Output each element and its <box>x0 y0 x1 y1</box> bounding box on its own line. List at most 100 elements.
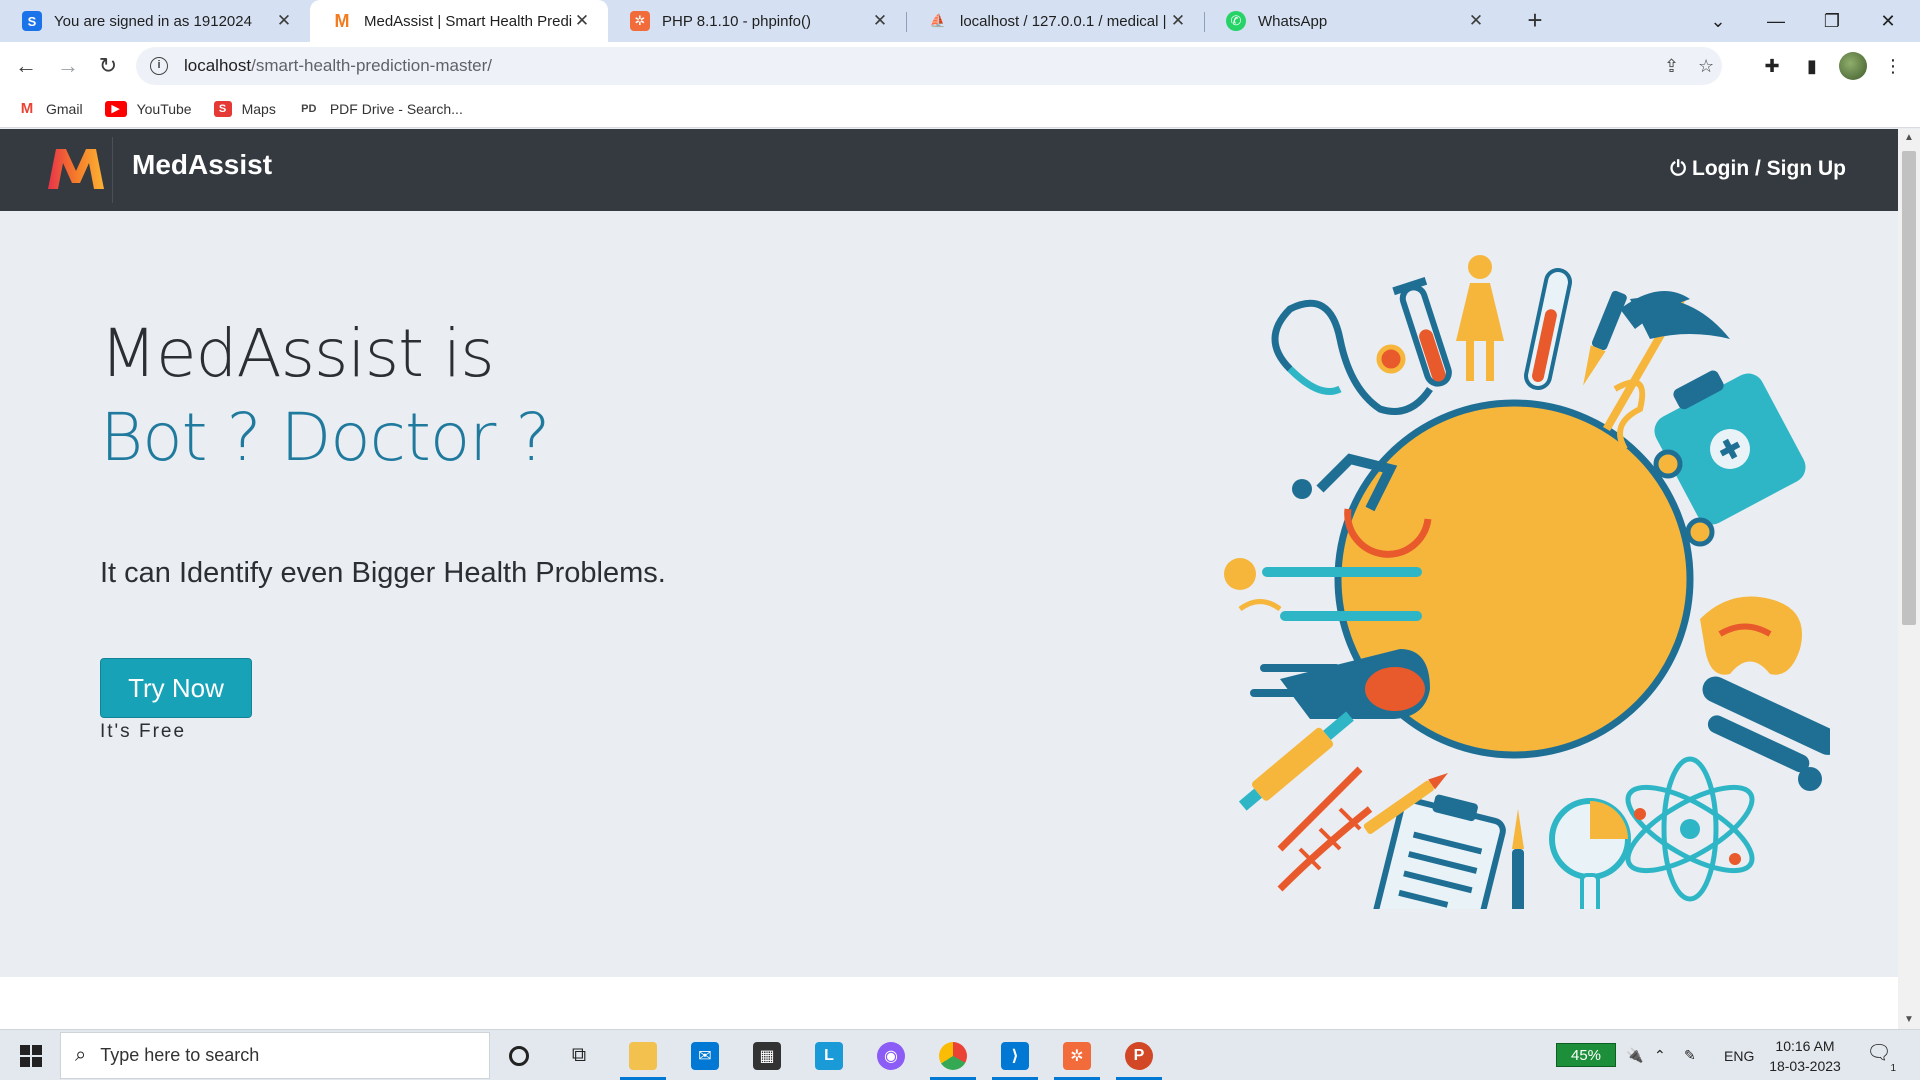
power-plug-icon[interactable]: 🔌 <box>1626 1030 1643 1080</box>
close-tab-icon[interactable]: ✕ <box>572 11 592 31</box>
phpmyadmin-icon: ⛵ <box>929 13 947 28</box>
bookmark-label: PDF Drive - Search... <box>329 100 463 117</box>
forward-arrow-icon[interactable]: → <box>52 50 84 82</box>
youtube-icon: ▶ <box>104 100 127 117</box>
bookmark-label: YouTube <box>136 100 192 117</box>
page-scrollbar[interactable]: ▲ ▼ <box>1898 129 1920 1029</box>
s-app-icon: S <box>22 11 42 31</box>
chrome-icon[interactable] <box>928 1030 978 1080</box>
bookmark-maps[interactable]: S Maps <box>213 100 276 117</box>
scrollbar-thumb[interactable] <box>1902 151 1916 625</box>
tab-title: MedAssist | Smart Health Predicti <box>364 12 572 30</box>
xampp-taskbar-icon[interactable]: ✲ <box>1052 1030 1102 1080</box>
vscode-icon[interactable]: ⟩ <box>990 1030 1040 1080</box>
gmail-icon: M <box>18 100 36 117</box>
battery-indicator[interactable]: 45% <box>1556 1043 1616 1067</box>
cortana-icon[interactable] <box>494 1030 544 1080</box>
task-view-icon[interactable]: ⧉ <box>554 1030 604 1080</box>
tab-signed-in[interactable]: S You are signed in as 1912024 ✕ <box>0 0 310 42</box>
tab-title: PHP 8.1.10 - phpinfo() <box>662 12 811 30</box>
scroll-down-arrow-icon[interactable]: ▼ <box>1898 1011 1920 1029</box>
close-tab-icon[interactable]: ✕ <box>274 11 294 31</box>
pen-icon[interactable]: ✎ <box>1684 1030 1696 1080</box>
atom-icon <box>1625 756 1755 902</box>
search-placeholder: Type here to search <box>100 1045 260 1065</box>
scroll-up-arrow-icon[interactable]: ▲ <box>1898 129 1920 147</box>
hero-subtitle: It can Identify even Bigger Health Probl… <box>100 557 666 589</box>
close-tab-icon[interactable]: ✕ <box>1168 11 1188 31</box>
back-arrow-icon[interactable]: ← <box>10 50 42 82</box>
bookmark-youtube[interactable]: ▶ YouTube <box>104 100 192 117</box>
menu-kebab-icon[interactable]: ⋮ <box>1881 54 1905 78</box>
close-tab-icon[interactable]: ✕ <box>870 11 890 31</box>
power-icon: ⏻ <box>1670 157 1687 180</box>
pdfdrive-icon: PD <box>301 102 317 115</box>
browser-app-icon[interactable]: ◉ <box>866 1030 916 1080</box>
extensions-puzzle-icon[interactable]: ✚ <box>1760 54 1784 78</box>
hero-heading-line2: Bot ? Doctor ? <box>100 399 550 476</box>
new-tab-button[interactable]: + <box>1520 6 1550 36</box>
address-bar[interactable]: i localhost/smart-health-prediction-mast… <box>136 47 1722 85</box>
whatsapp-icon: ✆ <box>1226 11 1246 31</box>
close-window-icon[interactable]: ✕ <box>1860 0 1916 42</box>
share-icon[interactable]: ⇪ <box>1664 56 1679 77</box>
browser-tab-strip: S You are signed in as 1912024 ✕ M MedAs… <box>0 0 1920 42</box>
tab-title: You are signed in as 1912024 <box>54 12 252 30</box>
tray-chevron-up-icon[interactable]: ⌃ <box>1654 1030 1666 1080</box>
hero-heading-line1: MedAssist is <box>100 315 495 392</box>
close-tab-icon[interactable]: ✕ <box>1466 11 1486 31</box>
url-text[interactable]: localhost/smart-health-prediction-master… <box>184 56 492 76</box>
windows-taskbar: ⌕ Type here to search ⧉ ✉ ▦ L ◉ ⟩ ✲ P 45… <box>0 1029 1920 1080</box>
tab-whatsapp[interactable]: ✆ WhatsApp ✕ <box>1204 0 1502 42</box>
cta-note: It's Free <box>100 721 187 742</box>
login-label: Login / Sign Up <box>1692 157 1846 180</box>
medassist-logo-icon[interactable] <box>44 145 108 193</box>
browser-toolbar: ← → ↻ i localhost/smart-health-predictio… <box>0 42 1920 90</box>
bookmark-label: Gmail <box>46 100 83 117</box>
mail-icon[interactable]: ✉ <box>680 1030 730 1080</box>
bookmark-star-icon[interactable]: ☆ <box>1698 56 1714 77</box>
brand-name[interactable]: MedAssist <box>132 149 272 181</box>
minimize-icon[interactable]: — <box>1748 0 1804 42</box>
medical-illustration-image <box>1224 255 1830 909</box>
taskbar-search-box[interactable]: ⌕ Type here to search <box>60 1032 490 1079</box>
bookmark-pdfdrive[interactable]: PD PDF Drive - Search... <box>298 101 463 117</box>
search-icon: ⌕ <box>75 1044 87 1066</box>
bookmark-gmail[interactable]: M Gmail <box>18 100 83 117</box>
powerpoint-icon[interactable]: P <box>1114 1030 1164 1080</box>
url-path: /smart-health-prediction-master/ <box>251 56 493 75</box>
profile-avatar[interactable] <box>1839 52 1867 80</box>
language-indicator[interactable]: ENG <box>1724 1030 1754 1080</box>
xampp-icon: ✲ <box>630 11 650 31</box>
url-host: localhost <box>184 56 252 75</box>
store-icon[interactable]: ▦ <box>742 1030 792 1080</box>
clock-date: 18-03-2023 <box>1769 1058 1841 1074</box>
tab-phpmyadmin[interactable]: ⛵ localhost / 127.0.0.1 / medical | p ✕ <box>906 0 1204 42</box>
login-signup-link[interactable]: ⏻ Login / Sign Up <box>1670 157 1846 181</box>
l-app-icon[interactable]: L <box>804 1030 854 1080</box>
notification-count: 1 <box>1890 1063 1896 1074</box>
restore-icon[interactable]: ❐ <box>1804 0 1860 42</box>
web-page: MedAssist ⏻ Login / Sign Up MedAssist is… <box>0 129 1898 1029</box>
tab-search-chevron-icon[interactable]: ⌄ <box>1690 0 1746 42</box>
bookmark-label: Maps <box>241 100 276 117</box>
clock-time: 10:16 AM <box>1775 1038 1835 1054</box>
page-footer-strip <box>0 977 1898 1029</box>
site-navbar: MedAssist ⏻ Login / Sign Up <box>0 129 1898 211</box>
windows-start-icon[interactable] <box>10 1030 52 1080</box>
tab-title: localhost / 127.0.0.1 / medical | p <box>960 12 1168 30</box>
tab-medassist[interactable]: M MedAssist | Smart Health Predicti ✕ <box>310 0 608 42</box>
brand-divider <box>112 137 113 203</box>
side-panel-icon[interactable]: ▮ <box>1800 54 1824 78</box>
notification-center-icon[interactable]: 🗨 1 <box>1864 1040 1896 1074</box>
tab-phpinfo[interactable]: ✲ PHP 8.1.10 - phpinfo() ✕ <box>608 0 906 42</box>
medassist-icon: M <box>334 10 350 31</box>
maps-icon: S <box>213 100 232 117</box>
file-explorer-icon[interactable] <box>618 1030 668 1080</box>
tab-title: WhatsApp <box>1258 12 1328 30</box>
system-clock[interactable]: 10:16 AM 18-03-2023 <box>1762 1036 1848 1076</box>
reload-icon[interactable]: ↻ <box>92 50 124 82</box>
bookmarks-bar: M Gmail ▶ YouTube S Maps PD PDF Drive - … <box>0 90 1920 128</box>
try-now-button[interactable]: Try Now <box>100 658 252 718</box>
site-info-icon[interactable]: i <box>150 57 168 75</box>
